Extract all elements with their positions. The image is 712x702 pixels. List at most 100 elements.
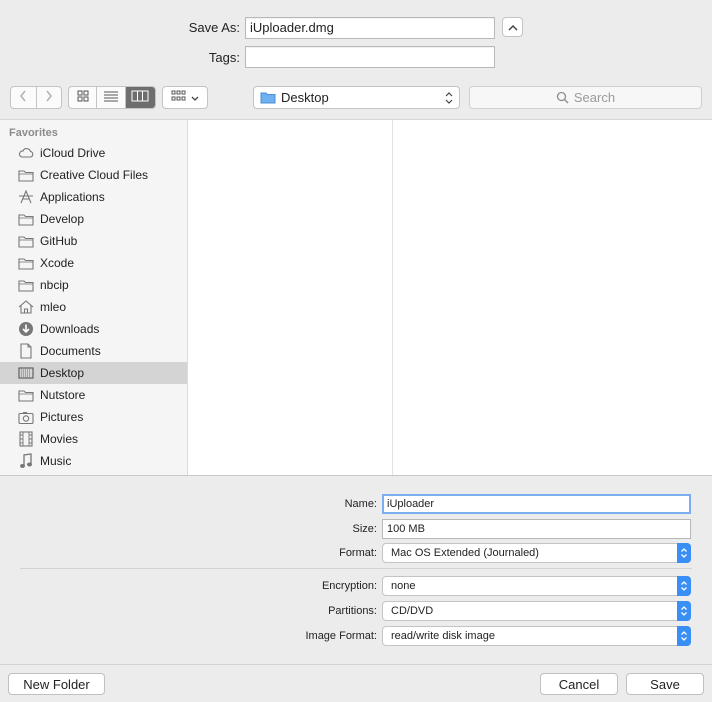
sidebar-item-label: Xcode [40, 256, 75, 270]
encryption-select[interactable]: none [382, 576, 691, 596]
sidebar-item-label: Documents [40, 344, 101, 358]
folder-icon [18, 387, 34, 403]
pictures-icon [18, 409, 34, 425]
sidebar-item-documents[interactable]: Documents [0, 340, 187, 362]
view-mode-control [68, 86, 156, 109]
folder-icon [18, 233, 34, 249]
image-format-select[interactable]: read/write disk image [382, 626, 691, 646]
search-placeholder: Search [573, 90, 616, 105]
sidebar-item-label: Downloads [40, 322, 100, 336]
sidebar-item-nbcip[interactable]: nbcip [0, 274, 187, 296]
size-field[interactable]: 100 MB [382, 519, 691, 539]
cloud-icon [18, 145, 34, 161]
downloads-icon [18, 321, 34, 337]
sidebar-item-movies[interactable]: Movies [0, 428, 187, 450]
home-icon [18, 299, 34, 315]
location-popup[interactable]: Desktop [253, 86, 460, 109]
encryption-label: Encryption: [321, 580, 377, 592]
sidebar-item-github[interactable]: GitHub [0, 230, 187, 252]
save-as-label: Save As: [188, 20, 240, 35]
chevron-up-icon [507, 20, 518, 35]
partitions-label: Partitions: [328, 605, 377, 617]
size-label: Size: [352, 523, 377, 535]
sidebar-item-pictures[interactable]: Pictures [0, 406, 187, 428]
format-select[interactable]: Mac OS Extended (Journaled) [382, 543, 691, 563]
search-icon [556, 91, 569, 104]
sidebar-item-nutstore[interactable]: Nutstore [0, 384, 187, 406]
name-field[interactable]: iUploader [382, 494, 691, 514]
sidebar: Favorites iCloud Drive Creative Cloud Fil… [0, 120, 188, 475]
sidebar-item-label: Nutstore [40, 388, 86, 402]
tags-field[interactable] [245, 46, 495, 68]
sidebar-item-mleo[interactable]: mleo [0, 296, 187, 318]
sidebar-item-label: Desktop [40, 366, 85, 380]
encryption-stepper-icon [677, 576, 691, 596]
image-format-value: read/write disk image [391, 630, 495, 642]
sidebar-item-downloads[interactable]: Downloads [0, 318, 187, 340]
music-icon [18, 453, 34, 469]
forward-icon [45, 90, 53, 105]
sidebar-item-xcode[interactable]: Xcode [0, 252, 187, 274]
group-view-icon [171, 90, 187, 105]
group-view-popup[interactable] [162, 86, 208, 109]
chevron-down-icon [191, 90, 199, 105]
sidebar-item-label: nbcip [40, 278, 69, 292]
sidebar-item-icloud-drive[interactable]: iCloud Drive [0, 142, 187, 164]
partitions-value: CD/DVD [391, 605, 434, 617]
sidebar-item-label: Pictures [40, 410, 84, 424]
updown-chevron-icon [445, 91, 453, 108]
back-forward-control [10, 86, 62, 109]
icon-view-icon [77, 90, 89, 105]
sidebar-item-label: Applications [40, 190, 105, 204]
sidebar-item-creative-cloud-files[interactable]: Creative Cloud Files [0, 164, 187, 186]
sidebar-item-develop[interactable]: Develop [0, 208, 187, 230]
cancel-button[interactable]: Cancel [540, 673, 618, 695]
options-divider [20, 568, 692, 569]
search-field[interactable]: Search [469, 86, 702, 109]
sidebar-item-label: Develop [40, 212, 85, 226]
sidebar-item-label: Movies [40, 432, 79, 446]
collapse-button[interactable] [502, 17, 523, 37]
sidebar-heading: Favorites [9, 127, 58, 139]
format-label: Format: [339, 547, 377, 559]
list-view-button[interactable] [97, 87, 126, 108]
image-format-label: Image Format: [305, 630, 377, 642]
desktop-icon [18, 365, 34, 381]
folder-icon [18, 255, 34, 271]
list-view-icon [103, 90, 119, 105]
folder-icon [260, 91, 276, 104]
sidebar-item-label: mleo [40, 300, 67, 314]
back-icon [19, 90, 27, 105]
sidebar-item-applications[interactable]: Applications [0, 186, 187, 208]
partitions-stepper-icon [677, 601, 691, 621]
folder-icon [18, 277, 34, 293]
partitions-select[interactable]: CD/DVD [382, 601, 691, 621]
applications-icon [18, 189, 34, 205]
back-button[interactable] [11, 87, 37, 108]
icon-view-button[interactable] [69, 87, 98, 108]
format-value: Mac OS Extended (Journaled) [391, 547, 539, 559]
folder-icon [18, 167, 34, 183]
location-label: Desktop [281, 90, 329, 105]
column-view-button[interactable] [125, 87, 155, 108]
sidebar-item-label: GitHub [40, 234, 78, 248]
sidebar-item-label: iCloud Drive [40, 146, 106, 160]
movies-icon [18, 431, 34, 447]
file-browser: Favorites iCloud Drive Creative Cloud Fil… [0, 119, 712, 476]
sidebar-item-label: Music [40, 454, 72, 468]
save-as-field[interactable]: iUploader.dmg [245, 17, 495, 39]
browser-column[interactable] [188, 120, 393, 475]
sidebar-item-desktop[interactable]: Desktop [0, 362, 187, 384]
folder-icon [18, 211, 34, 227]
image-format-stepper-icon [677, 626, 691, 646]
sidebar-item-music[interactable]: Music [0, 450, 187, 472]
name-label: Name: [344, 498, 377, 510]
tags-label: Tags: [208, 50, 240, 65]
footer-divider [0, 664, 712, 665]
encryption-value: none [391, 580, 416, 592]
new-folder-button[interactable]: New Folder [8, 673, 105, 695]
forward-button[interactable] [37, 87, 62, 108]
save-button[interactable]: Save [626, 673, 704, 695]
documents-icon [18, 343, 34, 359]
sidebar-item-label: Creative Cloud Files [40, 168, 149, 182]
